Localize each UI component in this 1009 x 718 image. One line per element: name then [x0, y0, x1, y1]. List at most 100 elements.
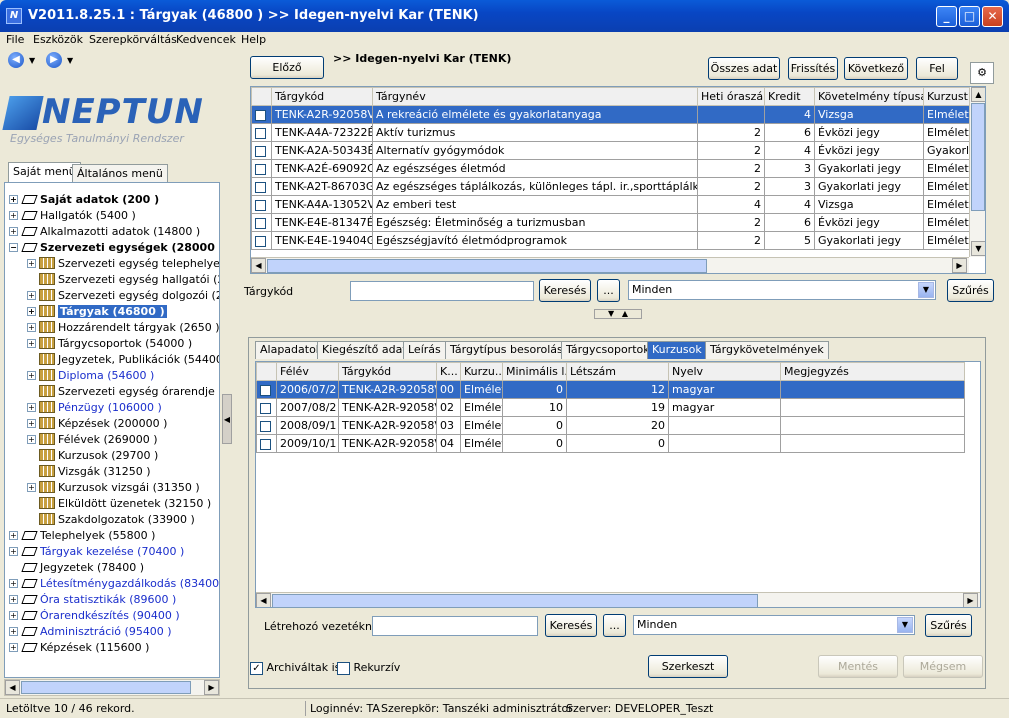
- courses-search-button[interactable]: Keresés: [545, 614, 597, 637]
- tree-horizontal-scrollbar[interactable]: ◀ ▶: [4, 679, 220, 696]
- dropdown-arrow-icon[interactable]: ▼: [897, 617, 913, 633]
- column-header[interactable]: Kurzu...: [460, 362, 503, 381]
- save-button[interactable]: Mentés: [818, 655, 898, 678]
- collapse-icon[interactable]: −: [9, 242, 18, 252]
- maximize-button[interactable]: □: [959, 6, 980, 27]
- courses-horizontal-scrollbar[interactable]: ◀ ▶: [256, 592, 980, 607]
- tree-item[interactable]: Kurzusok (29700 ): [27, 447, 158, 463]
- column-header[interactable]: Kurzustíp: [923, 87, 972, 106]
- row-checkbox[interactable]: [255, 217, 266, 229]
- table-row[interactable]: 2007/08/2 TENK-A2R-92058V 02 Elmélet 10 19 mag…: [256, 398, 965, 417]
- tree-item[interactable]: Szervezeti egység órarendje (559: [27, 383, 219, 399]
- tab-altalanos-menu[interactable]: Általános menü: [72, 164, 168, 184]
- filter-button[interactable]: Szűrés: [947, 279, 994, 302]
- expand-icon[interactable]: +: [9, 546, 18, 556]
- expand-icon[interactable]: +: [9, 578, 18, 588]
- row-checkbox-cell[interactable]: [256, 380, 277, 399]
- row-checkbox-cell[interactable]: [251, 159, 272, 178]
- dropdown-arrow-icon[interactable]: ▼: [918, 282, 934, 298]
- tree-item[interactable]: − Szervezeti egységek (28000 ): [9, 239, 219, 255]
- tree-item[interactable]: + Képzések (115600 ): [9, 639, 149, 655]
- subject-code-search-input[interactable]: [350, 281, 534, 301]
- table-row[interactable]: TENK-A4A-13052V Az emberi test 4 4 Vizsga Elm…: [251, 195, 972, 214]
- tree-item[interactable]: Vizsgák (31250 ): [27, 463, 151, 479]
- column-header[interactable]: Kredit: [764, 87, 815, 106]
- subjects-h-scroll-thumb[interactable]: [267, 259, 707, 273]
- menu-file[interactable]: File: [6, 33, 24, 46]
- menu-kedvencek[interactable]: Kedvencek: [176, 33, 236, 46]
- courses-h-scroll-thumb[interactable]: [272, 594, 758, 607]
- row-checkbox[interactable]: [255, 181, 266, 193]
- courses-filter-select[interactable]: Minden ▼: [633, 615, 915, 635]
- scroll-left-arrow-icon[interactable]: ◀: [5, 680, 20, 695]
- tab-le-r-s[interactable]: Leírás: [403, 341, 446, 359]
- table-row[interactable]: TENK-A4A-72322É Aktív turizmus 2 6 Évközi je…: [251, 123, 972, 142]
- expand-icon[interactable]: +: [27, 402, 36, 412]
- tree-item[interactable]: + Adminisztráció (95400 ): [9, 623, 172, 639]
- row-checkbox[interactable]: [255, 145, 266, 157]
- table-row[interactable]: TENK-E4E-19404G Egészségjavító életmódpro…: [251, 231, 972, 250]
- row-checkbox[interactable]: [255, 109, 266, 121]
- tree-item[interactable]: + Telephelyek (55800 ): [9, 527, 155, 543]
- expand-icon[interactable]: +: [27, 322, 36, 332]
- back-arrow-icon[interactable]: ◀: [8, 52, 24, 68]
- column-header[interactable]: Követelmény típusa: [814, 87, 924, 106]
- tree-item[interactable]: + Órarendkészítés (90400 ): [9, 607, 180, 623]
- table-row[interactable]: TENK-A2A-50343É Alternatív gyógymódok 2 4 Év…: [251, 141, 972, 160]
- expand-icon[interactable]: +: [27, 418, 36, 428]
- row-checkbox[interactable]: [255, 235, 266, 247]
- all-data-button[interactable]: Összes adat: [708, 57, 780, 80]
- close-button[interactable]: ✕: [982, 6, 1003, 27]
- tree-item[interactable]: + Hozzárendelt tárgyak (2650 ): [27, 319, 219, 335]
- tree-item[interactable]: Szervezeti egység hallgatói (2860: [27, 271, 219, 287]
- row-checkbox[interactable]: [255, 127, 266, 139]
- courses-filter-button[interactable]: Szűrés: [925, 614, 972, 637]
- row-checkbox-cell[interactable]: [251, 177, 272, 196]
- edit-button[interactable]: Szerkeszt: [648, 655, 728, 678]
- recursive-checkbox[interactable]: [337, 661, 350, 675]
- tree-scroll-thumb[interactable]: [21, 681, 191, 694]
- search-button[interactable]: Keresés: [539, 279, 591, 302]
- expand-icon[interactable]: +: [27, 258, 36, 268]
- tree-item[interactable]: + Kurzusok vizsgái (31350 ): [27, 479, 200, 495]
- refresh-button[interactable]: Frissítés: [788, 57, 838, 80]
- row-checkbox[interactable]: [260, 438, 271, 450]
- row-checkbox[interactable]: [255, 199, 266, 211]
- table-row[interactable]: 2008/09/1 TENK-A2R-92058V 03 Elmélet 0 20: [256, 416, 965, 435]
- tree-item[interactable]: + Tárgyak kezelése (70400 ): [9, 543, 184, 559]
- scroll-right-arrow-icon[interactable]: ▶: [963, 593, 978, 607]
- column-header[interactable]: Heti óraszá...: [697, 87, 765, 106]
- column-header[interactable]: Létszám: [566, 362, 669, 381]
- select-column-header[interactable]: [251, 87, 272, 106]
- tree-item[interactable]: + Félévek (269000 ): [27, 431, 158, 447]
- column-header[interactable]: Tárgykód: [338, 362, 437, 381]
- row-checkbox-cell[interactable]: [251, 105, 272, 124]
- collapse-left-arrow-icon[interactable]: ◀: [222, 394, 232, 444]
- tree-item[interactable]: + Diploma (54600 ): [27, 367, 154, 383]
- forward-dropdown-icon[interactable]: ▼: [67, 56, 73, 65]
- scroll-left-arrow-icon[interactable]: ◀: [251, 258, 266, 273]
- tree-item[interactable]: Jegyzetek (78400 ): [9, 559, 144, 575]
- archived-checkbox[interactable]: ✓: [250, 661, 263, 675]
- expand-icon[interactable]: +: [9, 194, 18, 204]
- minimize-button[interactable]: _: [936, 6, 957, 27]
- table-row[interactable]: 2006/07/2 TENK-A2R-92058V 00 Elmélet 0 12 magy…: [256, 380, 965, 399]
- row-checkbox[interactable]: [260, 420, 271, 432]
- subjects-horizontal-scrollbar[interactable]: ◀ ▶: [251, 257, 969, 273]
- expand-icon[interactable]: +: [9, 642, 18, 652]
- select-column-header[interactable]: [256, 362, 277, 381]
- expand-icon[interactable]: +: [27, 434, 36, 444]
- expand-icon[interactable]: +: [9, 594, 18, 604]
- next-button[interactable]: Következő: [844, 57, 908, 80]
- ellipsis-button[interactable]: ...: [597, 279, 620, 302]
- expand-icon[interactable]: +: [27, 306, 36, 316]
- table-row[interactable]: 2009/10/1 TENK-A2R-92058V 04 Elmélet 0 0: [256, 434, 965, 453]
- row-checkbox-cell[interactable]: [256, 434, 277, 453]
- cancel-button[interactable]: Mégsem: [903, 655, 983, 678]
- tree-item[interactable]: + Alkalmazotti adatok (14800 ): [9, 223, 200, 239]
- courses-ellipsis-button[interactable]: ...: [603, 614, 626, 637]
- tree-item[interactable]: + Tárgycsoportok (54000 ): [27, 335, 192, 351]
- subjects-vertical-scrollbar[interactable]: ▲ ▼: [969, 87, 985, 257]
- settings-gear-icon[interactable]: ⚙: [970, 62, 994, 84]
- expand-icon[interactable]: +: [9, 626, 18, 636]
